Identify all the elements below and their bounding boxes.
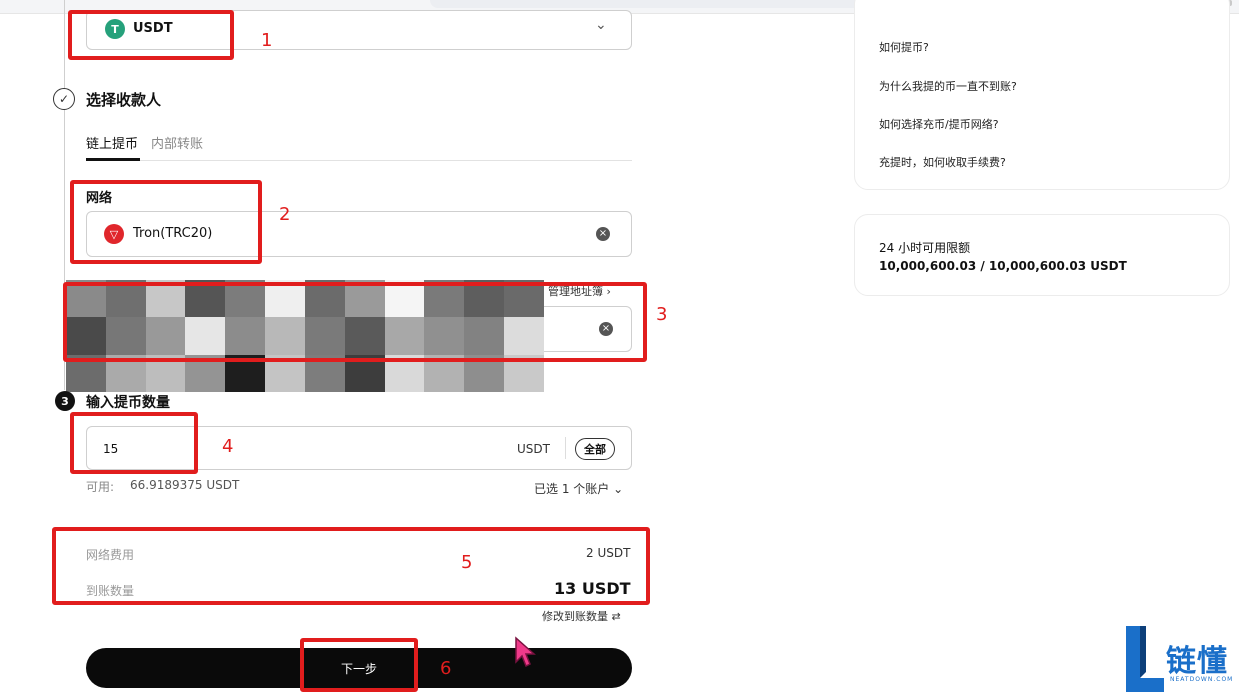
recipient-heading: 选择收款人 [86,91,162,109]
step-check-icon: ✓ [53,88,75,110]
annotation-number: 5 [461,552,473,573]
modify-receive-link[interactable]: 修改到账数量 ⇄ [542,608,621,624]
annotation-number: 4 [222,436,234,457]
tab-divider [86,160,632,161]
limit-card: 24 小时可用限额 10,000,600.03 / 10,000,600.03 … [854,214,1230,296]
step-number-badge: 3 [55,391,75,411]
neatdown-logo: 链懂 NEATDOWN.COM [1124,624,1236,694]
annotation-box [70,412,198,474]
account-selector[interactable]: 已选 1 个账户 ⌄ [534,480,623,497]
amount-heading: 输入提币数量 [86,395,170,411]
annotation-number: 3 [656,304,668,325]
modify-receive-label: 修改到账数量 [542,610,608,623]
annotation-box [52,527,650,605]
chevron-down-icon: ⌄ [595,17,607,33]
tab-onchain[interactable]: 链上提币 [86,133,138,152]
logo-l-mark-icon [1126,626,1164,692]
swap-icon: ⇄ [611,610,621,623]
limit-value: 10,000,600.03 / 10,000,600.03 USDT [879,259,1127,273]
annotation-number: 2 [279,204,291,225]
annotation-box [70,180,262,264]
tab-active-indicator [86,158,140,161]
available-value: 66.9189375 USDT [130,478,240,492]
all-amount-button[interactable]: 全部 [575,438,615,460]
faq-item[interactable]: 如何选择充币/提币网络? [879,116,999,132]
faq-item[interactable]: 为什么我提的币一直不到账? [879,78,1017,94]
amount-unit: USDT [517,442,550,456]
logo-text-cn: 链懂 [1166,644,1228,679]
annotation-number: 1 [261,30,273,51]
account-selector-label: 已选 1 个账户 [534,482,610,496]
mouse-cursor-icon [515,636,536,668]
faq-item[interactable]: 如何提币? [879,39,929,55]
clear-network-icon[interactable]: × [596,227,610,241]
amount-divider [565,437,566,459]
annotation-box [68,10,234,60]
annotation-number: 6 [440,658,452,679]
available-label: 可用: [86,480,115,494]
annotation-box [63,282,647,362]
faq-item[interactable]: 充提时，如何收取手续费? [879,154,1006,170]
limit-title: 24 小时可用限额 [879,241,971,255]
tab-internal[interactable]: 内部转账 [151,133,203,152]
faq-card: 如何提币? 为什么我提的币一直不到账? 如何选择充币/提币网络? 充提时，如何收… [854,0,1230,190]
annotation-box [300,638,418,692]
logo-text-en: NEATDOWN.COM [1170,676,1234,683]
